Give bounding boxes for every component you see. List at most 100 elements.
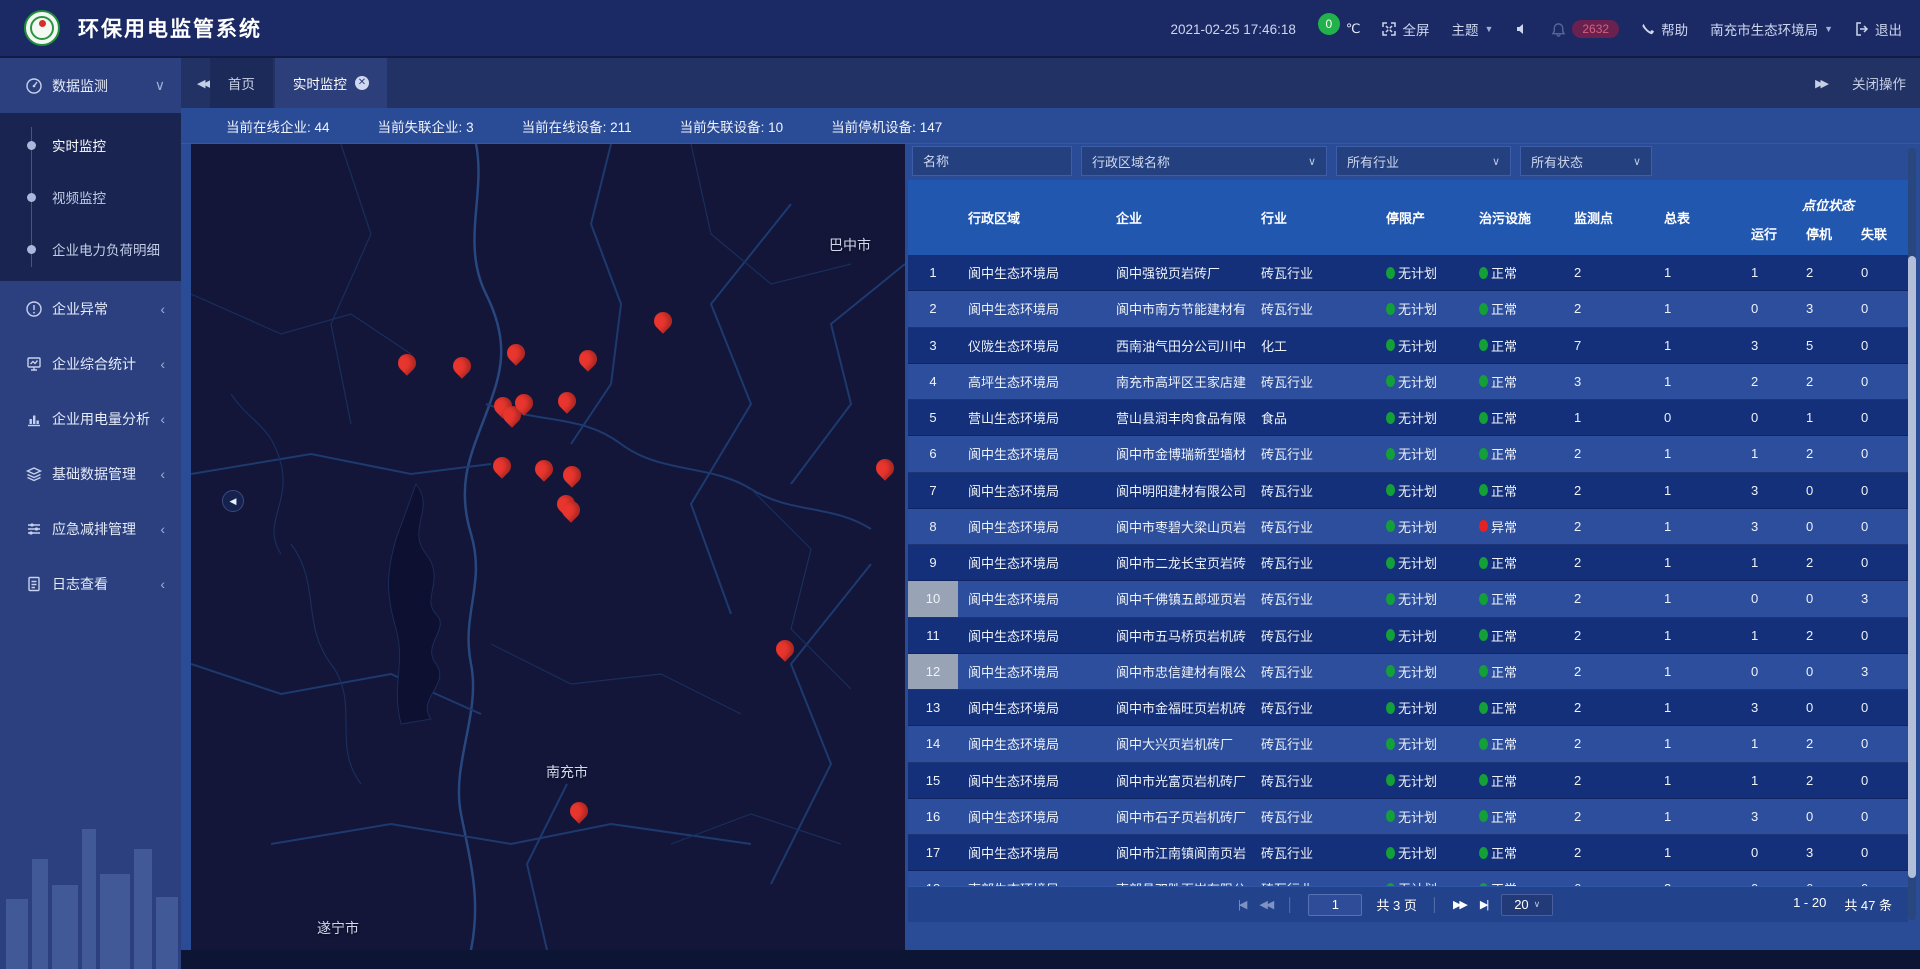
- cell-limit-status: 无计划: [1378, 436, 1473, 471]
- cell-stopped: 3: [1803, 835, 1858, 870]
- status-dot-icon: [1386, 375, 1395, 387]
- alert-icon: [25, 300, 43, 318]
- tabs-scroll-left-icon[interactable]: ◀◀: [197, 77, 208, 90]
- table-row[interactable]: 7阆中生态环境局阆中明阳建材有限公司砖瓦行业无计划正常21300: [908, 473, 1908, 509]
- row-index: 9: [908, 545, 958, 580]
- cell-total-meters: 1: [1658, 291, 1748, 326]
- sidebar-item-label: 企业异常: [52, 299, 108, 319]
- table-row[interactable]: 13阆中生态环境局阆中市金福旺页岩机砖砖瓦行业无计划正常21300: [908, 690, 1908, 726]
- sound-toggle[interactable]: [1515, 22, 1529, 36]
- cell-stopped: 0: [1803, 473, 1858, 508]
- cell-company: 营山县润丰肉食品有限: [1098, 400, 1253, 435]
- org-dropdown[interactable]: 南充市生态环境局▼: [1710, 19, 1833, 39]
- table-row[interactable]: 17阆中生态环境局阆中市江南镇阆南页岩砖瓦行业无计划正常21030: [908, 835, 1908, 871]
- cell-limit-status: 无计划: [1378, 618, 1473, 653]
- sidebar-item-3[interactable]: 企业用电量分析‹: [0, 391, 181, 446]
- logout-button[interactable]: 退出: [1855, 19, 1902, 39]
- cell-facility-status: 正常: [1473, 871, 1568, 886]
- cell-monitor-points: 2: [1568, 545, 1658, 580]
- close-operations-button[interactable]: 关闭操作: [1852, 73, 1906, 93]
- cell-total-meters: 1: [1658, 618, 1748, 653]
- theme-dropdown[interactable]: 主题▼: [1451, 19, 1493, 39]
- sidebar-subitem[interactable]: 企业电力负荷明细: [0, 223, 181, 275]
- tabs-scroll-right-icon[interactable]: ▶▶: [1815, 77, 1826, 90]
- cell-running: 0: [1748, 835, 1803, 870]
- status-dot-icon: [1479, 484, 1488, 496]
- name-search-input[interactable]: [912, 146, 1072, 176]
- cell-region: 阆中生态环境局: [958, 618, 1098, 653]
- map-collapse-toggle[interactable]: ◀: [222, 490, 244, 512]
- sidebar-item-4[interactable]: 基础数据管理‹: [0, 446, 181, 501]
- cell-region: 阆中生态环境局: [958, 763, 1098, 798]
- status-select[interactable]: 所有状态 ∨: [1520, 146, 1652, 176]
- filter-bar: 行政区域名称 ∨ 所有行业 ∨ 所有状态 ∨: [912, 146, 1652, 176]
- table-row[interactable]: 11阆中生态环境局阆中市五马桥页岩机砖砖瓦行业无计划正常21120: [908, 618, 1908, 654]
- table-row[interactable]: 6阆中生态环境局阆中市金博瑞新型墙材砖瓦行业无计划正常21120: [908, 436, 1908, 472]
- scrollbar-thumb[interactable]: [1908, 256, 1916, 878]
- cell-company: 阆中市金博瑞新型墙材: [1098, 436, 1253, 471]
- sidebar-subitem[interactable]: 视频监控: [0, 171, 181, 223]
- table-row[interactable]: 5营山生态环境局营山县润丰肉食品有限食品无计划正常10010: [908, 400, 1908, 436]
- sidebar-subitem[interactable]: 实时监控: [0, 119, 181, 171]
- cell-monitor-points: 2: [1568, 763, 1658, 798]
- tab-home[interactable]: 首页: [210, 58, 273, 108]
- prev-page-button[interactable]: ◀◀: [1259, 898, 1272, 911]
- cell-total-meters: 1: [1658, 364, 1748, 399]
- table-row[interactable]: 14阆中生态环境局阆中大兴页岩机砖厂砖瓦行业无计划正常21120: [908, 726, 1908, 762]
- stat-label: 当前在线设备: [522, 120, 603, 135]
- sidebar-item-5[interactable]: 应急减排管理‹: [0, 501, 181, 556]
- region-select[interactable]: 行政区域名称 ∨: [1081, 146, 1327, 176]
- cell-company: 阆中市江南镇阆南页岩: [1098, 835, 1253, 870]
- chevron-down-icon: ∨: [1492, 155, 1500, 168]
- status-dot-icon: [1386, 339, 1395, 351]
- tab-realtime-monitor[interactable]: 实时监控 ✕: [275, 58, 387, 108]
- next-page-button[interactable]: ▶▶: [1453, 898, 1466, 911]
- table-row[interactable]: 3仪陇生态环境局西南油气田分公司川中化工无计划正常71350: [908, 328, 1908, 364]
- chevron-left-icon: ‹: [160, 411, 165, 427]
- cell-lost: 0: [1858, 871, 1908, 886]
- page-number-input[interactable]: [1308, 894, 1362, 916]
- cell-running: 2: [1748, 364, 1803, 399]
- table-row[interactable]: 18南部生态环境局南部县双胜页岩有限公砖瓦行业无计划正常62060: [908, 871, 1908, 886]
- sidebar-item-1[interactable]: 企业异常‹: [0, 281, 181, 336]
- row-index: 16: [908, 799, 958, 834]
- cell-total-meters: 1: [1658, 545, 1748, 580]
- cell-facility-status: 正常: [1473, 618, 1568, 653]
- cell-running: 3: [1748, 690, 1803, 725]
- sidebar-item-6[interactable]: 日志查看‹: [0, 556, 181, 611]
- status-dot-icon: [1386, 593, 1395, 605]
- first-page-button[interactable]: |◀: [1238, 898, 1245, 911]
- tab-close-icon[interactable]: ✕: [355, 76, 369, 90]
- notifications[interactable]: 2632: [1551, 20, 1619, 38]
- sidebar-submenu: 实时监控视频监控企业电力负荷明细: [0, 113, 181, 281]
- fullscreen-button[interactable]: 全屏: [1382, 19, 1429, 39]
- cell-lost: 0: [1858, 835, 1908, 870]
- table-row[interactable]: 1阆中生态环境局阆中强锐页岩砖厂砖瓦行业无计划正常21120: [908, 255, 1908, 291]
- sidebar-item-2[interactable]: 企业综合统计‹: [0, 336, 181, 391]
- table-row[interactable]: 4高坪生态环境局南充市高坪区王家店建砖瓦行业无计划正常31220: [908, 364, 1908, 400]
- sidebar-subitem-label: 视频监控: [52, 187, 106, 207]
- table-row[interactable]: 9阆中生态环境局阆中市二龙长宝页岩砖砖瓦行业无计划正常21120: [908, 545, 1908, 581]
- sidebar-item-0[interactable]: 数据监测∨: [0, 58, 181, 113]
- cell-lost: 0: [1858, 436, 1908, 471]
- status-dot-icon: [1386, 847, 1395, 859]
- column-header: 停限产: [1378, 180, 1473, 255]
- row-index: 12: [908, 654, 958, 689]
- stat-label: 当前失联设备: [680, 120, 761, 135]
- stat-value: 44: [315, 120, 330, 135]
- table-row[interactable]: 10阆中生态环境局阆中千佛镇五郎垭页岩砖瓦行业无计划正常21003: [908, 581, 1908, 617]
- cell-lost: 0: [1858, 400, 1908, 435]
- table-row[interactable]: 8阆中生态环境局阆中市枣碧大梁山页岩砖瓦行业无计划异常21300: [908, 509, 1908, 545]
- table-row[interactable]: 2阆中生态环境局阆中市南方节能建材有砖瓦行业无计划正常21030: [908, 291, 1908, 327]
- cell-stopped: 2: [1803, 436, 1858, 471]
- industry-select[interactable]: 所有行业 ∨: [1336, 146, 1511, 176]
- cell-lost: 0: [1858, 509, 1908, 544]
- page-size-select[interactable]: 20 ∨: [1501, 894, 1553, 916]
- table-row[interactable]: 16阆中生态环境局阆中市石子页岩机砖厂砖瓦行业无计划正常21300: [908, 799, 1908, 835]
- cell-limit-status: 无计划: [1378, 726, 1473, 761]
- table-row[interactable]: 12阆中生态环境局阆中市忠信建材有限公砖瓦行业无计划正常21003: [908, 654, 1908, 690]
- table-row[interactable]: 15阆中生态环境局阆中市光富页岩机砖厂砖瓦行业无计划正常21120: [908, 763, 1908, 799]
- help-button[interactable]: 帮助: [1641, 19, 1688, 39]
- last-page-button[interactable]: ▶|: [1480, 898, 1487, 911]
- map-panel[interactable]: 巴中市南充市遂宁市: [191, 144, 905, 950]
